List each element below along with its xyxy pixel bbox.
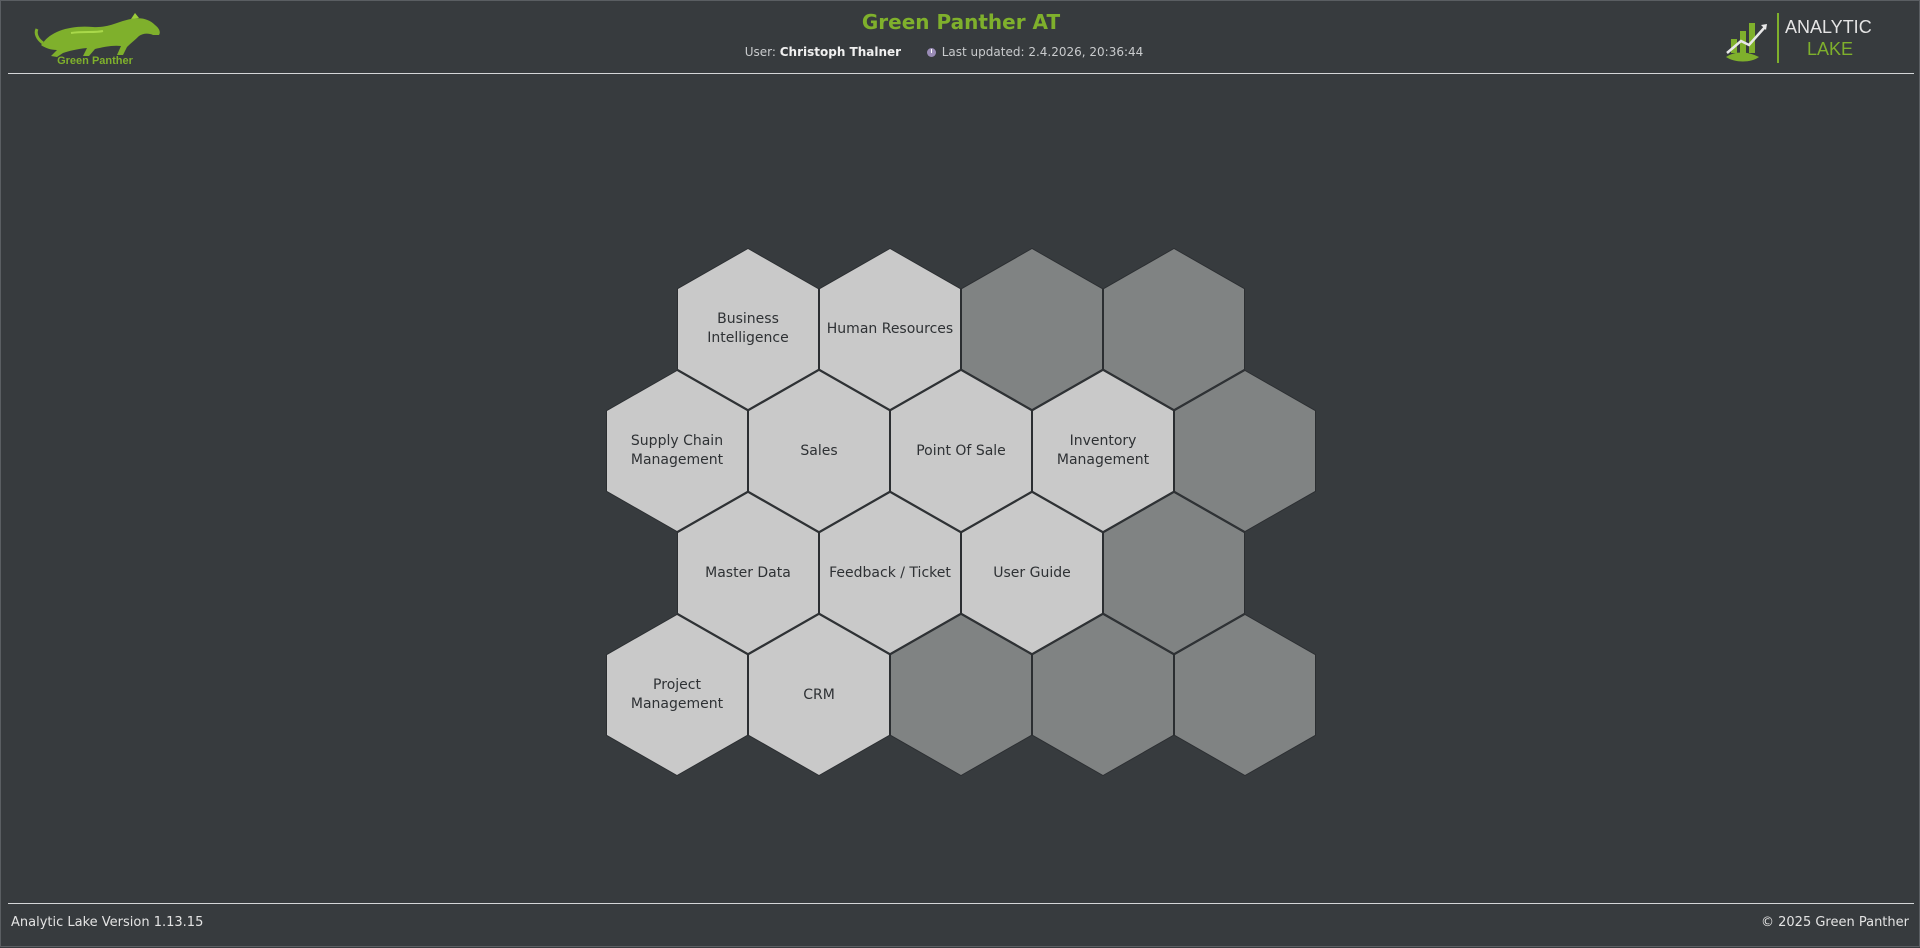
app-window: Green Panther Green Panther AT User: Chr… [0, 0, 1920, 947]
version-text: Analytic Lake Version 1.13.15 [11, 915, 204, 930]
copyright-text: © 2025 Green Panther [1761, 915, 1909, 930]
module-hex-grid: Business Intelligence Human Resources Supp… [1, 1, 1920, 948]
footer-divider [8, 903, 1914, 904]
